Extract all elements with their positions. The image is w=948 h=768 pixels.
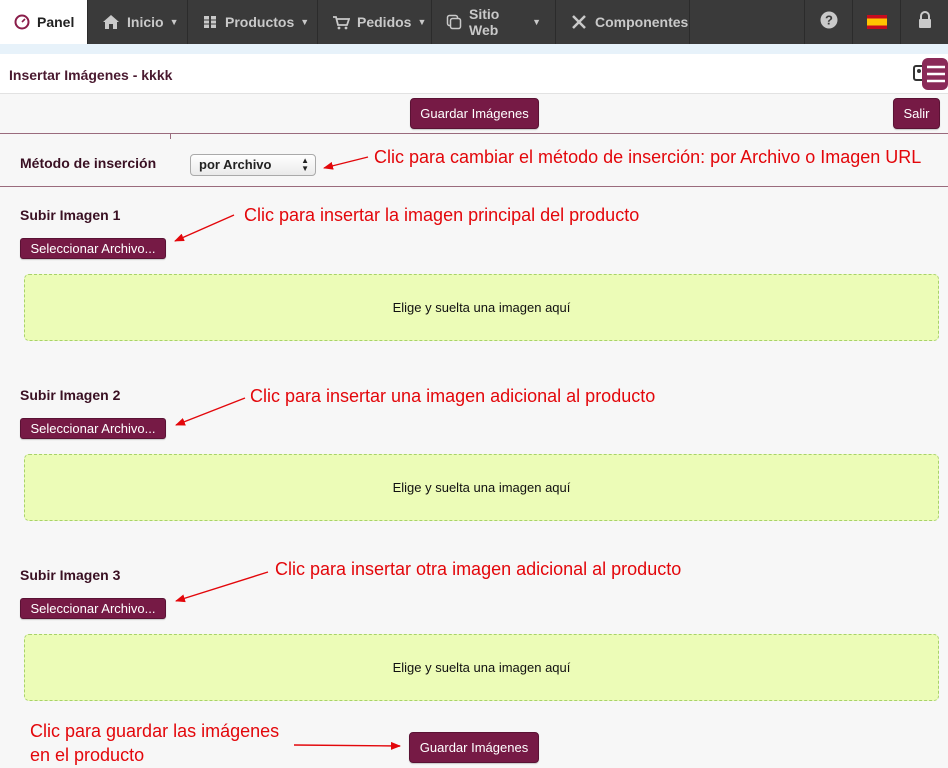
save-images-bottom-button[interactable]: Guardar Imágenes	[409, 732, 539, 763]
nav-sitio-web[interactable]: Sitio Web ▼	[432, 0, 556, 44]
method-select-value: por Archivo	[199, 157, 272, 172]
copy-window-icon	[446, 14, 462, 30]
gallery-menu-icon[interactable]	[912, 58, 948, 90]
arrow-method	[323, 156, 369, 170]
lock-icon	[917, 10, 933, 34]
dropzone-3[interactable]: Elige y suelta una imagen aquí	[24, 634, 939, 701]
chevron-down-icon: ▼	[300, 17, 310, 27]
nav-sitio-web-label: Sitio Web	[469, 6, 500, 38]
method-select[interactable]: por Archivo ▲ ▼	[190, 154, 316, 176]
select-arrows-icon: ▲ ▼	[301, 156, 309, 173]
page-title: Insertar Imágenes - kkkk	[9, 67, 173, 83]
annotation-save-line-2: en el producto	[30, 745, 145, 765]
info-strip	[0, 44, 948, 54]
chevron-down-icon: ▼	[417, 17, 427, 27]
divider	[0, 186, 948, 187]
tools-icon	[570, 14, 588, 30]
nav-right-group: ?	[804, 0, 948, 44]
spain-flag-icon	[866, 15, 887, 29]
annotation-image-1: Clic para insertar la imagen principal d…	[244, 205, 640, 225]
nav-pedidos[interactable]: Pedidos ▼	[318, 0, 432, 44]
upload-3-label: Subir Imagen 3	[20, 567, 121, 583]
upload-1-label: Subir Imagen 1	[20, 207, 121, 223]
arrow-save	[293, 741, 401, 750]
nav-componentes-label: Componentes	[595, 14, 689, 30]
select-file-1-button[interactable]: Seleccionar Archivo...	[20, 238, 166, 259]
chevron-down-icon: ▼	[169, 17, 179, 27]
nav-panel[interactable]: Panel	[0, 0, 88, 44]
lock-button[interactable]	[900, 0, 948, 44]
nav-panel-label: Panel	[37, 14, 75, 30]
annotation-image-2: Clic para insertar una imagen adicional …	[250, 386, 656, 406]
annotation-image-3: Clic para insertar otra imagen adicional…	[275, 559, 682, 579]
dropzone-2[interactable]: Elige y suelta una imagen aquí	[24, 454, 939, 521]
annotation-method: Clic para cambiar el método de inserción…	[374, 147, 922, 167]
divider	[0, 133, 948, 139]
nav-componentes[interactable]: Componentes	[556, 0, 690, 44]
nav-inicio-label: Inicio	[127, 14, 164, 30]
arrow-image-2	[175, 397, 246, 426]
save-images-button[interactable]: Guardar Imágenes	[410, 98, 539, 129]
help-icon: ?	[820, 11, 838, 34]
nav-productos-label: Productos	[225, 14, 295, 30]
title-bar: Insertar Imágenes - kkkk	[0, 54, 948, 94]
help-button[interactable]: ?	[804, 0, 852, 44]
cart-icon	[332, 14, 350, 30]
upload-2-label: Subir Imagen 2	[20, 387, 121, 403]
arrow-image-1	[174, 214, 235, 242]
select-file-2-button[interactable]: Seleccionar Archivo...	[20, 418, 166, 439]
chevron-down-icon: ▼	[532, 17, 541, 27]
exit-button[interactable]: Salir	[893, 98, 940, 129]
arrow-image-3	[175, 571, 269, 603]
products-stack-icon	[202, 14, 218, 30]
dropzone-1[interactable]: Elige y suelta una imagen aquí	[24, 274, 939, 341]
divider-notch	[170, 133, 171, 139]
annotation-save-line-1: Clic para guardar las imágenes	[30, 721, 280, 741]
nav-pedidos-label: Pedidos	[357, 14, 412, 30]
dashboard-gauge-icon	[14, 14, 30, 30]
home-icon	[102, 14, 120, 30]
select-file-3-button[interactable]: Seleccionar Archivo...	[20, 598, 166, 619]
top-navbar: Panel Inicio ▼ Productos ▼ Pedidos ▼ Sit…	[0, 0, 948, 44]
nav-productos[interactable]: Productos ▼	[188, 0, 318, 44]
svg-text:?: ?	[825, 12, 833, 27]
method-label: Método de inserción	[20, 155, 157, 171]
nav-inicio[interactable]: Inicio ▼	[88, 0, 188, 44]
language-button[interactable]	[852, 0, 900, 44]
